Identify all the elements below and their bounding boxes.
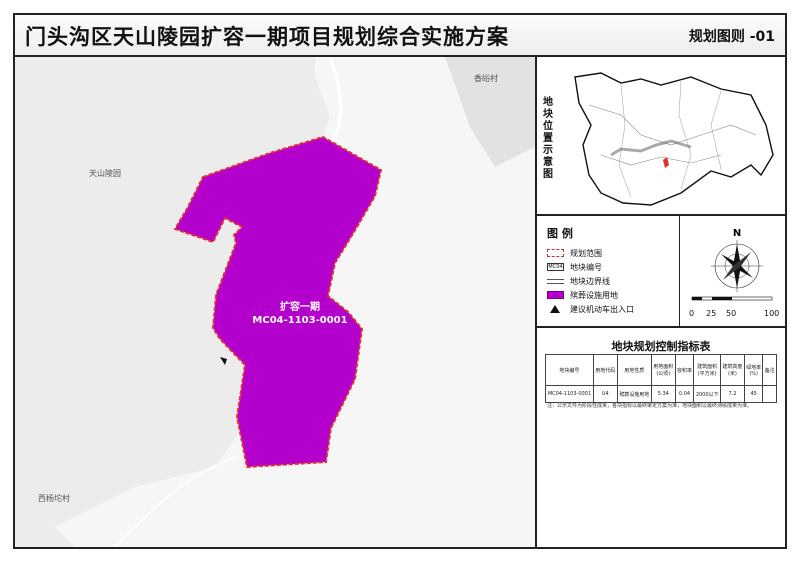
table-header: 建筑高度 (米) [720, 354, 745, 386]
table-header: 备注 [762, 354, 777, 386]
control-table-panel: 地块规划控制指标表 地块编号 用地代码 用地性质 用地面积 (公顷) 容积率 建… [537, 328, 785, 547]
legend-item: 建议机动车出入口 [547, 303, 634, 315]
table-row: MC04-1103-0001 U4 殡葬设施用地 5.34 0.04 2000以… [545, 385, 777, 403]
parcel-name: 扩容一期 [280, 302, 320, 313]
table-title: 地块规划控制指标表 [611, 340, 711, 353]
table-note: 注：公示文件为阶段性成果，各项指标以最终审定方案为准，地块面积以最终测绘成果为准… [547, 403, 753, 409]
location-map [574, 72, 774, 206]
table-cell: MC04-1103-0001 [545, 385, 594, 403]
legend-item: 地块边界线 [547, 275, 610, 287]
page-title: 门头沟区天山陵园扩容一期项目规划综合实施方案 [25, 25, 509, 49]
table-header: 建筑面积 (平方米) [693, 354, 721, 386]
entrance-triangle-icon [220, 357, 227, 365]
table-cell: 殡葬设施用地 [616, 385, 652, 403]
table-cell: U4 [592, 385, 618, 403]
scale-tick: 0 [689, 309, 695, 318]
triangle-icon [550, 305, 560, 313]
table-header: 绿地率 (%) [743, 354, 764, 386]
table-cell: 2000以下 [693, 385, 721, 403]
table-header: 容积率 [674, 354, 695, 386]
scale-tick: 50 [726, 309, 737, 318]
scale-tick: 100 [764, 309, 780, 318]
location-title: 地 块 位 置 示 意 图 [543, 97, 553, 180]
parcel-line-icon [547, 278, 564, 284]
parcel-code: MC04-1103-0001 [252, 315, 348, 326]
title-bar: 门头沟区天山陵园扩容一期项目规划综合实施方案 规划图则 -01 [15, 15, 785, 57]
table-header: 用地代码 [592, 354, 618, 386]
table-header-row: 地块编号 用地代码 用地性质 用地面积 (公顷) 容积率 建筑面积 (平方米) … [545, 354, 777, 386]
table-header: 用地面积 (公顷) [650, 354, 676, 386]
parcel-label: 扩容一期 MC04-1103-0001 [245, 301, 355, 327]
north-arrow-icon: N [711, 228, 763, 292]
district-outline [574, 72, 774, 206]
table-cell: 7.2 [720, 385, 745, 403]
legend-item: MC04 地块编号 [547, 262, 602, 272]
location-panel: 地 块 位 置 示 意 图 [537, 57, 785, 216]
main-map[interactable]: 香峪村 天山陵园 西杨坨村 扩容一期 MC04-1103-0001 [15, 57, 535, 547]
table-cell [762, 385, 777, 403]
table-cell: 45 [743, 385, 764, 403]
table-header: 用地性质 [616, 354, 652, 386]
figure-number: 规划图则 -01 [688, 29, 775, 45]
place-label: 香峪村 [474, 74, 498, 83]
boundary-dashed-icon [547, 249, 564, 257]
scale-tick: 25 [706, 309, 717, 318]
legend-heading: 图 例 [547, 227, 573, 240]
purple-fill-icon [547, 291, 564, 299]
place-label: 西杨坨村 [38, 494, 70, 503]
legend-divider [679, 216, 680, 326]
svg-text:N: N [733, 228, 741, 239]
legend-panel: 图 例 规划范围 MC04 地块编号 地块边界线 殡葬设施用地 建议机动车出入口… [537, 216, 785, 328]
table-cell: 0.04 [674, 385, 695, 403]
table-header: 地块编号 [545, 354, 594, 386]
scale-bar [691, 296, 773, 301]
parcel-code-icon: MC04 [547, 263, 564, 271]
legend-item: 殡葬设施用地 [547, 289, 618, 301]
control-table: 地块编号 用地代码 用地性质 用地面积 (公顷) 容积率 建筑面积 (平方米) … [545, 354, 777, 403]
legend-item: 规划范围 [547, 247, 602, 259]
table-cell: 5.34 [650, 385, 676, 403]
place-label: 天山陵园 [89, 169, 121, 178]
